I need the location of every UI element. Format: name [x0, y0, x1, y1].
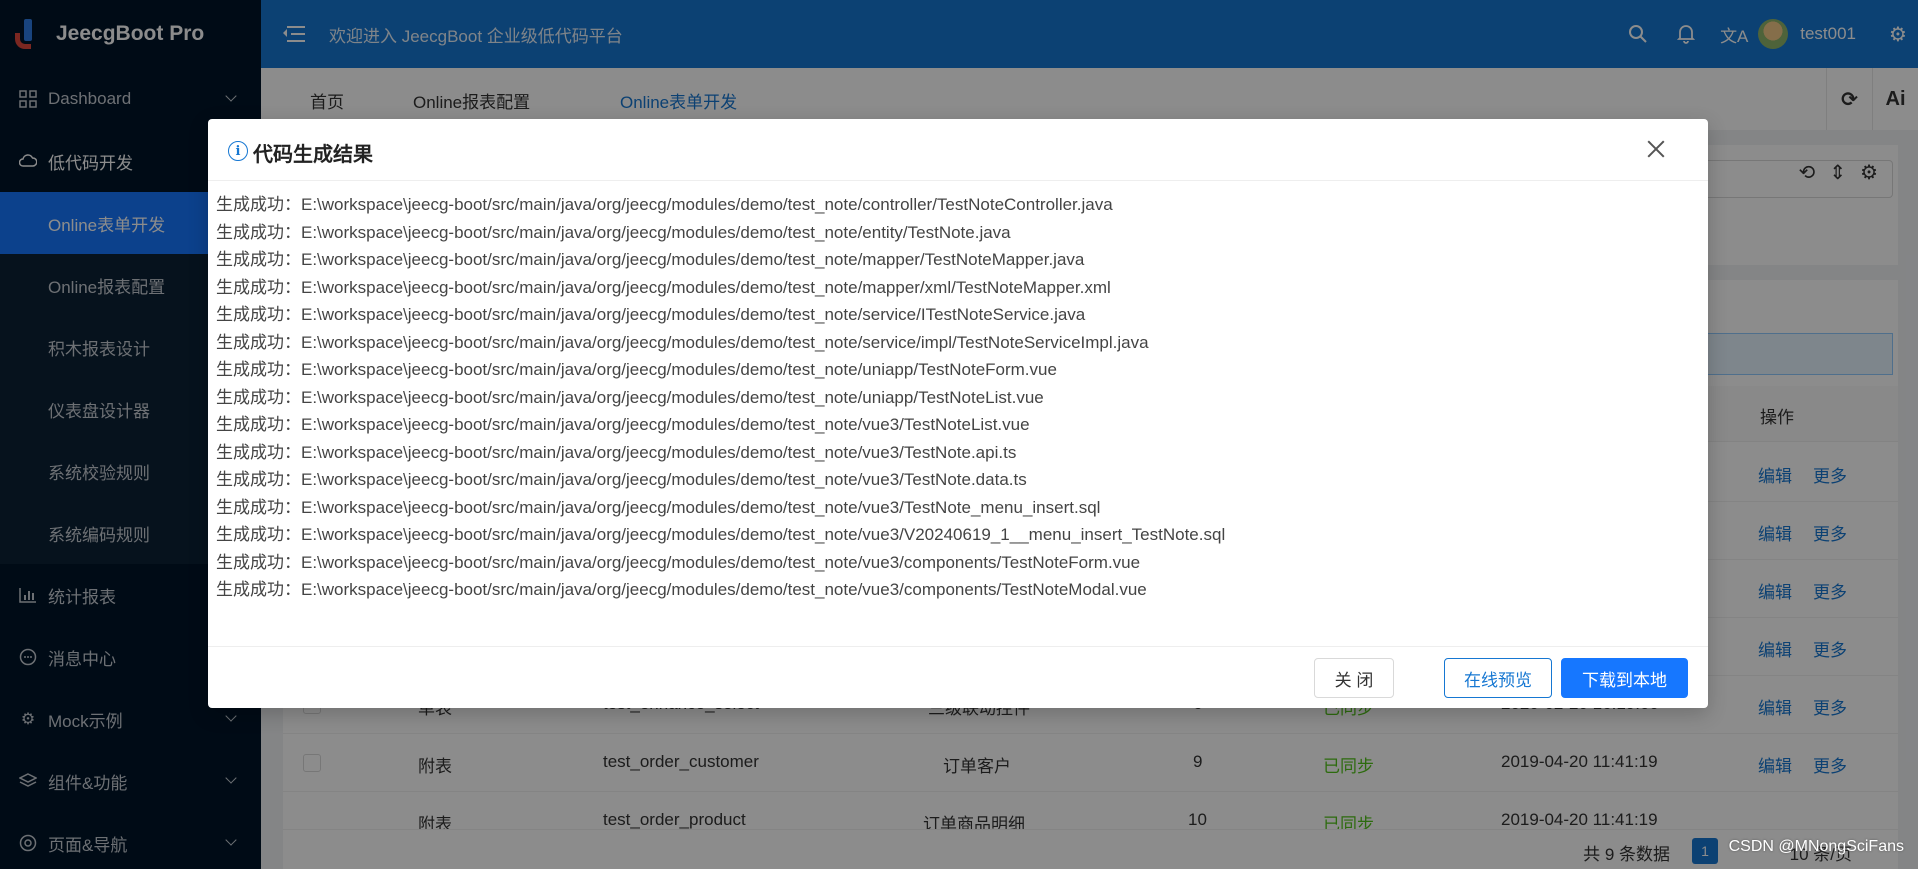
result-line: 生成成功：E:\workspace\jeecg-boot/src/main/ja… — [216, 360, 1057, 379]
result-line: 生成成功：E:\workspace\jeecg-boot/src/main/ja… — [216, 250, 1085, 269]
result-line: 生成成功：E:\workspace\jeecg-boot/src/main/ja… — [216, 415, 1030, 434]
result-line: 生成成功：E:\workspace\jeecg-boot/src/main/ja… — [216, 305, 1086, 324]
result-line: 生成成功：E:\workspace\jeecg-boot/src/main/ja… — [216, 497, 1101, 517]
result-line: 生成成功：E:\workspace\jeecg-boot/src/main/ja… — [216, 552, 1141, 572]
code-gen-result-modal: i 代码生成结果 生成成功：E:\workspace\jeecg-boot/sr… — [208, 119, 1708, 708]
result-line: 生成成功：E:\workspace\jeecg-boot/src/main/ja… — [216, 442, 1017, 462]
info-icon: i — [228, 141, 248, 161]
result-line: 生成成功：E:\workspace\jeecg-boot/src/main/ja… — [216, 525, 1226, 544]
result-line: 生成成功：E:\workspace\jeecg-boot/src/main/ja… — [216, 470, 1027, 489]
result-line: 生成成功：E:\workspace\jeecg-boot/src/main/ja… — [216, 580, 1147, 599]
online-preview-button[interactable]: 在线预览 — [1444, 658, 1552, 698]
modal-title: 代码生成结果 — [253, 144, 373, 166]
result-line: 生成成功：E:\workspace\jeecg-boot/src/main/ja… — [216, 387, 1044, 407]
watermark: CSDN @MNongSciFans — [1728, 838, 1904, 855]
result-line: 生成成功：E:\workspace\jeecg-boot/src/main/ja… — [216, 195, 1113, 214]
modal-header: i 代码生成结果 — [208, 119, 1708, 181]
close-icon[interactable] — [1644, 137, 1668, 161]
close-button[interactable]: 关 闭 — [1314, 658, 1394, 698]
modal-footer: 关 闭 在线预览 下载到本地 — [208, 646, 1708, 708]
modal-body: 生成成功：E:\workspace\jeecg-boot/src/main/ja… — [208, 181, 1708, 647]
result-line: 生成成功：E:\workspace\jeecg-boot/src/main/ja… — [216, 222, 1011, 242]
download-local-button[interactable]: 下载到本地 — [1561, 658, 1688, 698]
result-line: 生成成功：E:\workspace\jeecg-boot/src/main/ja… — [216, 277, 1111, 297]
result-line: 生成成功：E:\workspace\jeecg-boot/src/main/ja… — [216, 332, 1149, 352]
